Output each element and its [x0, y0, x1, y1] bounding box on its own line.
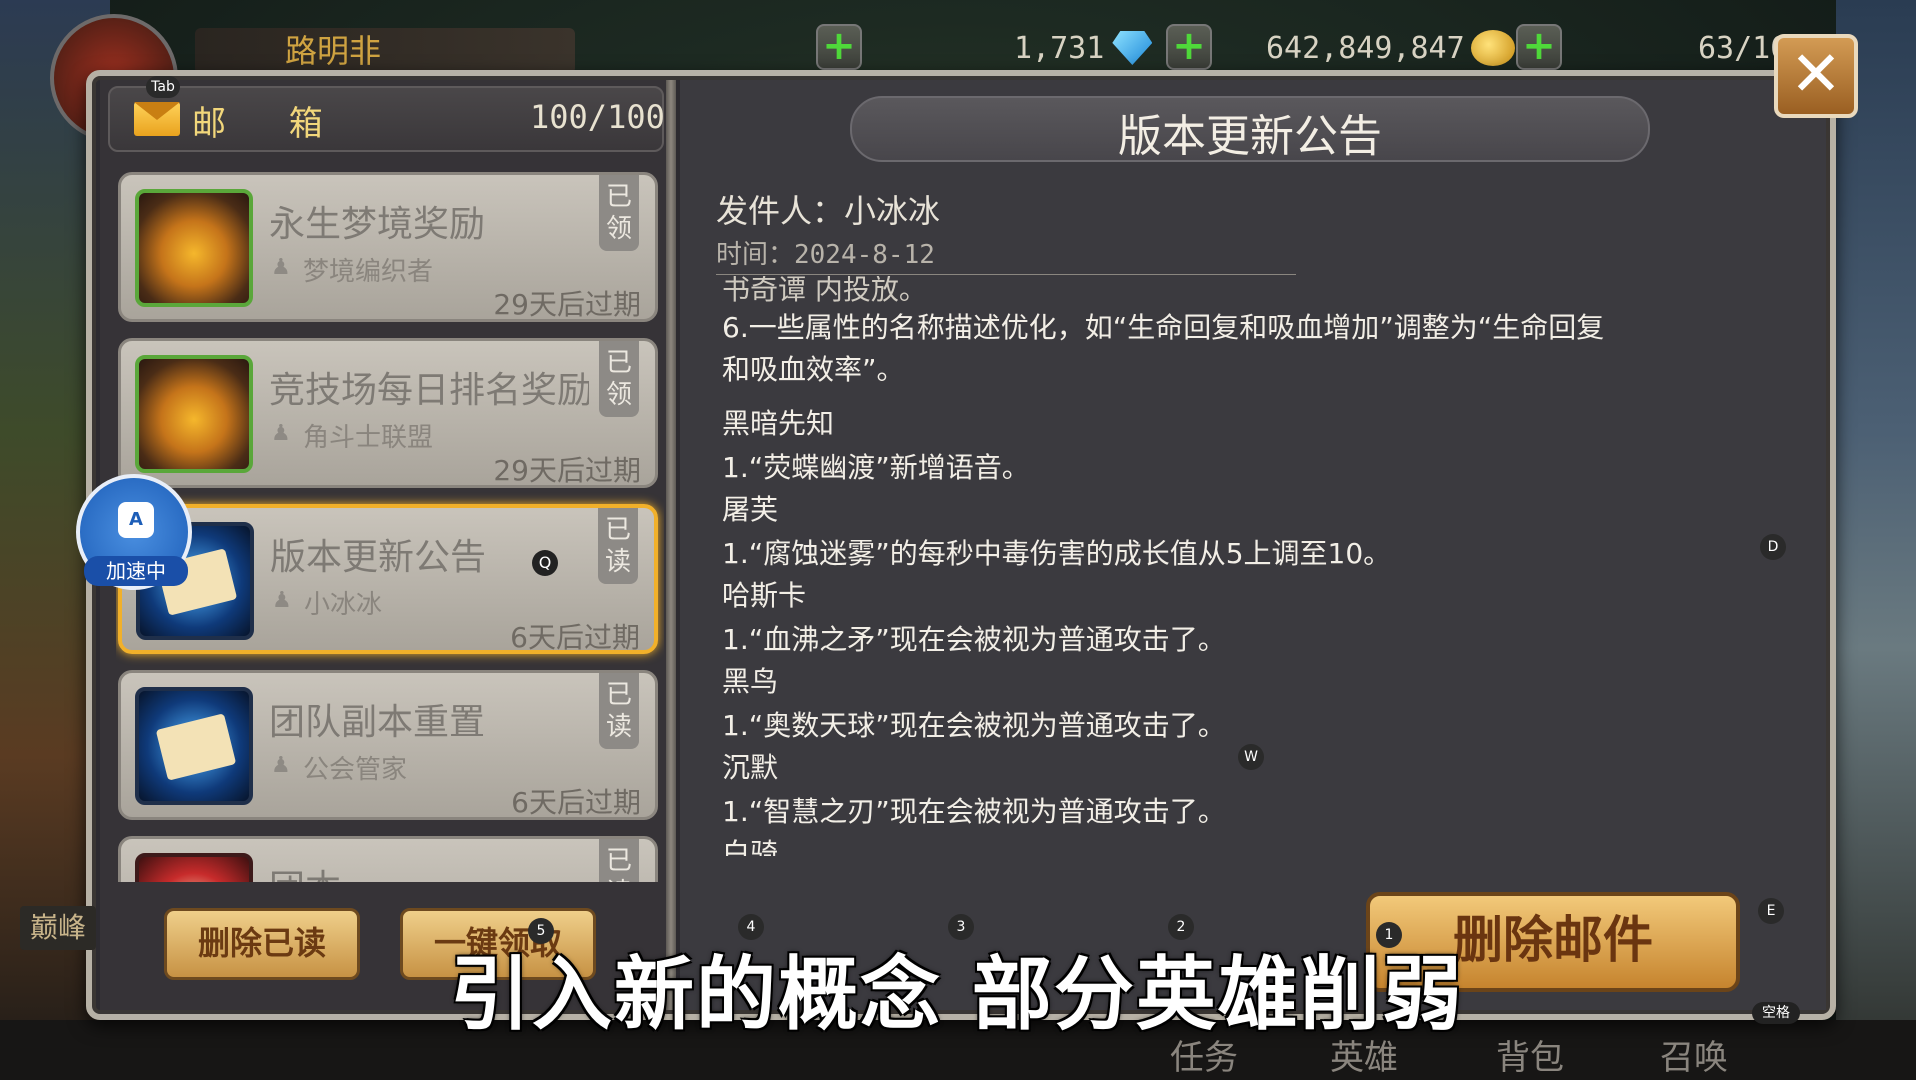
mail-expire: 29天后过期: [493, 454, 641, 487]
sender-person-icon: ♟: [272, 588, 292, 613]
mail-expire: 6天后过期: [510, 621, 640, 654]
mail-item[interactable]: 团本 已读: [118, 836, 658, 882]
mail-list[interactable]: 永生梦境奖励 ♟ 梦境编织者 29天后过期 已领 竞技场每日排名奖励 ♟ 角斗士…: [116, 172, 664, 882]
mail-title: 竞技场每日排名奖励: [269, 370, 589, 411]
gem-count: 1,731: [1014, 30, 1105, 66]
side-tag[interactable]: 巅峰: [20, 906, 96, 950]
inbox-title: 邮 箱: [192, 104, 349, 144]
add-gold-button[interactable]: +: [1166, 24, 1212, 70]
d-key-hint: D: [1760, 534, 1786, 560]
column-divider: [666, 80, 676, 1010]
mail-status-badge: 已读: [599, 673, 639, 749]
gold-pouch-icon: [135, 189, 253, 307]
mail-status-badge: 已领: [599, 341, 639, 417]
red-envelope-icon: [135, 853, 253, 882]
sender-person-icon: ♟: [271, 753, 291, 778]
add-gems-button[interactable]: +: [816, 24, 862, 70]
mail-sender: 梦境编织者: [303, 257, 434, 287]
gem-counter: 1,731: [1014, 26, 1153, 70]
mail-sender: 公会管家: [303, 755, 408, 785]
mail-title: 团本: [269, 859, 589, 882]
mail-title: 永生梦境奖励: [269, 204, 486, 245]
video-subtitle: 引入新的概念 部分英雄削弱: [450, 948, 1464, 1041]
body-heading: 白骑: [722, 837, 779, 856]
accelerate-button[interactable]: A 加速中: [76, 474, 192, 590]
mail-status-badge: 已领: [599, 175, 639, 251]
detail-separator: [716, 274, 1296, 275]
body-line: 和吸血效率”。: [722, 353, 905, 386]
gold-counter: 642,849,847: [1266, 26, 1515, 70]
mail-item[interactable]: 团队副本重置 ♟ 公会管家 6天后过期 已读: [118, 670, 658, 820]
player-name: 路明非: [285, 32, 382, 70]
mail-expire: 6天后过期: [511, 786, 641, 819]
gold-count: 642,849,847: [1266, 30, 1465, 66]
body-line: 1.“智慧之刃”现在会被视为普通攻击了。: [722, 795, 1226, 828]
mail-status-badge: 已读: [599, 839, 639, 882]
body-line: 1.“荧蝶幽渡”新增语音。: [722, 451, 1030, 484]
tab-key-hint: Tab: [146, 76, 180, 98]
body-heading: 黑暗先知: [722, 407, 835, 440]
gem-icon: [1112, 31, 1153, 65]
body-line: 1.“血沸之矛”现在会被视为普通攻击了。: [722, 623, 1226, 656]
body-line: 6.一些属性的名称描述优化，如“生命回复和吸血增加”调整为“生命回复: [722, 311, 1605, 344]
body-line: 书奇谭 内投放。: [722, 276, 927, 306]
body-line: 1.“腐蚀迷雾”的每秒中毒伤害的成长值从5上调至10。: [722, 537, 1392, 570]
detail-time: 时间：2024-8-12: [716, 240, 935, 270]
mail-expire: 29天后过期: [493, 288, 641, 321]
detail-title: 版本更新公告: [1118, 111, 1382, 162]
gold-coin-icon: [1470, 30, 1515, 66]
mail-item-selected[interactable]: 版本更新公告 Q ♟ 小冰冰 6天后过期 已读: [118, 504, 658, 654]
add-stamina-button[interactable]: +: [1516, 24, 1562, 70]
sender-person-icon: ♟: [271, 255, 291, 280]
inbox-count: 100/100: [530, 98, 665, 136]
mail-sender: 小冰冰: [304, 590, 383, 620]
envelope-icon: [135, 687, 253, 805]
delete-read-button[interactable]: 删除已读: [164, 908, 360, 980]
resource-bar: + 1,731 + 642,849,847 + 63/16: [800, 18, 1910, 76]
mail-item[interactable]: 永生梦境奖励 ♟ 梦境编织者 29天后过期 已领: [118, 172, 658, 322]
detail-body[interactable]: 书奇谭 内投放。 6.一些属性的名称描述优化，如“生命回复和吸血增加”调整为“生…: [716, 276, 1806, 856]
accelerate-label: 加速中: [84, 556, 188, 586]
background-right: [1836, 0, 1916, 1080]
mail-sender: 角斗士联盟: [303, 423, 434, 453]
body-heading: 黑鸟: [722, 665, 779, 698]
body-heading: 沉默: [722, 751, 779, 784]
mail-item[interactable]: 竞技场每日排名奖励 ♟ 角斗士联盟 29天后过期 已领: [118, 338, 658, 488]
q-key-hint: Q: [532, 550, 558, 576]
gold-pouch-icon: [135, 355, 253, 473]
accelerate-key: A: [118, 502, 154, 538]
body-heading: 屠芙: [722, 493, 779, 526]
space-key-hint: 空格: [1752, 1002, 1800, 1024]
mail-envelope-icon: [134, 102, 180, 136]
nav-item-summon[interactable]: 召唤: [1660, 1030, 1728, 1079]
close-button[interactable]: ✕: [1774, 34, 1858, 118]
player-name-banner: 路明非: [195, 28, 575, 74]
mail-title: 团队副本重置: [269, 702, 486, 743]
body-line: 1.“奥数天球”现在会被视为普通攻击了。: [722, 709, 1226, 742]
detail-sender: 发件人：小冰冰: [716, 192, 941, 230]
w-key-hint: W: [1238, 744, 1264, 770]
nav-item-bag[interactable]: 背包: [1496, 1030, 1564, 1079]
mail-status-badge: 已读: [598, 508, 638, 584]
body-heading: 哈斯卡: [722, 579, 807, 612]
e-key-hint: E: [1758, 898, 1784, 924]
sender-person-icon: ♟: [271, 421, 291, 446]
